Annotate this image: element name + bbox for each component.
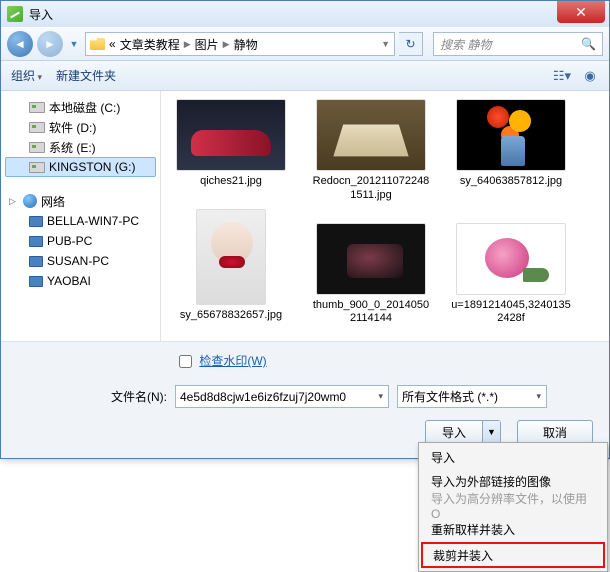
menu-resample[interactable]: 重新取样并装入 [421, 517, 605, 541]
network-icon [23, 194, 37, 208]
drive-item[interactable]: 本地磁盘 (C:) [5, 97, 156, 117]
sidebar: 本地磁盘 (C:) 软件 (D:) 系统 (E:) KINGSTON (G:) … [1, 91, 161, 341]
pc-icon [29, 236, 43, 247]
file-item[interactable]: sy_64063857812.jpg [451, 99, 571, 203]
pc-icon [29, 276, 43, 287]
menu-import-highres: 导入为高分辨率文件，以使用 O [421, 493, 605, 517]
window-buttons: ✕ [557, 1, 609, 23]
thumbnail [456, 223, 566, 295]
address-bar[interactable]: « 文章类教程 ▶ 图片 ▶ 静物 ▼ [85, 32, 395, 56]
nav-bar: ◄ ► ▼ « 文章类教程 ▶ 图片 ▶ 静物 ▼ ↻ 搜索 静物 🔍 [1, 27, 609, 61]
drive-item-selected[interactable]: KINGSTON (G:) [5, 157, 156, 177]
menu-highlight-annotation: 裁剪并装入 [421, 542, 605, 568]
menu-import[interactable]: 导入 [421, 445, 605, 469]
network-root[interactable]: ▷网络 [5, 191, 156, 211]
import-split-button[interactable]: 导入 ▼ [425, 420, 501, 444]
close-button[interactable]: ✕ [557, 1, 605, 23]
breadcrumb-seg[interactable]: 静物 [234, 36, 258, 53]
search-icon: 🔍 [581, 37, 596, 51]
file-item[interactable]: thumb_900_0_20140502114144 [311, 209, 431, 327]
breadcrumb-seg[interactable]: 文章类教程 [120, 36, 180, 53]
search-input[interactable]: 搜索 静物 🔍 [433, 32, 603, 56]
view-options-button[interactable]: ☷▾ [553, 67, 571, 85]
watermark-row: 检查水印(W) [15, 352, 595, 371]
filetype-filter[interactable]: 所有文件格式 (*.*) [397, 385, 547, 408]
import-dialog-window: 导入 ✕ ◄ ► ▼ « 文章类教程 ▶ 图片 ▶ 静物 ▼ ↻ 搜索 静物 🔍… [0, 0, 610, 459]
pc-icon [29, 256, 43, 267]
app-icon [7, 6, 23, 22]
history-dropdown[interactable]: ▼ [67, 31, 81, 57]
filename-label: 文件名(N): [111, 388, 167, 405]
drive-icon [29, 142, 45, 153]
window-title: 导入 [29, 6, 53, 23]
network-pc[interactable]: YAOBAI [5, 271, 156, 291]
drive-item[interactable]: 软件 (D:) [5, 117, 156, 137]
thumbnail [316, 223, 426, 295]
network-pc[interactable]: PUB-PC [5, 231, 156, 251]
file-item[interactable]: qiches21.jpg [171, 99, 291, 203]
forward-button[interactable]: ► [37, 31, 63, 57]
new-folder-button[interactable]: 新建文件夹 [56, 67, 116, 84]
watermark-checkbox[interactable] [179, 355, 192, 368]
import-dropdown-arrow[interactable]: ▼ [482, 421, 500, 443]
thumbnail [176, 99, 286, 171]
back-button[interactable]: ◄ [7, 31, 33, 57]
folder-icon [90, 38, 105, 50]
drive-icon [29, 122, 45, 133]
titlebar[interactable]: 导入 ✕ [1, 1, 609, 27]
filename-input[interactable]: 4e5d8d8cjw1e6iz6fzuj7j20wm0 [175, 385, 389, 408]
toolbar: 组织 新建文件夹 ☷▾ ◉ [1, 61, 609, 91]
thumbnail [456, 99, 566, 171]
drive-item[interactable]: 系统 (E:) [5, 137, 156, 157]
import-dropdown-menu: 导入 导入为外部链接的图像 导入为高分辨率文件，以使用 O 重新取样并装入 裁剪… [418, 442, 608, 572]
file-grid[interactable]: qiches21.jpg Redocn_20121107224815​11.jp… [161, 91, 609, 341]
menu-crop-and-load[interactable]: 裁剪并装入 [423, 544, 603, 566]
thumbnail [316, 99, 426, 171]
network-pc[interactable]: BELLA-WIN7-PC [5, 211, 156, 231]
thumbnail [196, 209, 266, 305]
watermark-label[interactable]: 检查水印(W) [199, 354, 266, 368]
refresh-button[interactable]: ↻ [399, 32, 423, 56]
cancel-button[interactable]: 取消 [517, 420, 593, 444]
button-row: 导入 ▼ 取消 [15, 420, 595, 444]
organize-menu[interactable]: 组织 [11, 67, 42, 84]
network-pc[interactable]: SUSAN-PC [5, 251, 156, 271]
file-item[interactable]: sy_65678832657.jpg [171, 209, 291, 327]
bottom-panel: 检查水印(W) 文件名(N): 4e5d8d8cjw1e6iz6fzuj7j20… [1, 341, 609, 458]
drive-icon [29, 162, 45, 173]
breadcrumb-seg[interactable]: 图片 [195, 36, 219, 53]
help-button[interactable]: ◉ [581, 67, 599, 85]
file-item[interactable]: u=1891214045,324013524​28f [451, 209, 571, 327]
pc-icon [29, 216, 43, 227]
file-item[interactable]: Redocn_20121107224815​11.jpg [311, 99, 431, 203]
drive-icon [29, 102, 45, 113]
body-area: 本地磁盘 (C:) 软件 (D:) 系统 (E:) KINGSTON (G:) … [1, 91, 609, 341]
search-placeholder: 搜索 静物 [440, 36, 491, 53]
filename-row: 文件名(N): 4e5d8d8cjw1e6iz6fzuj7j20wm0 所有文件… [15, 385, 595, 408]
